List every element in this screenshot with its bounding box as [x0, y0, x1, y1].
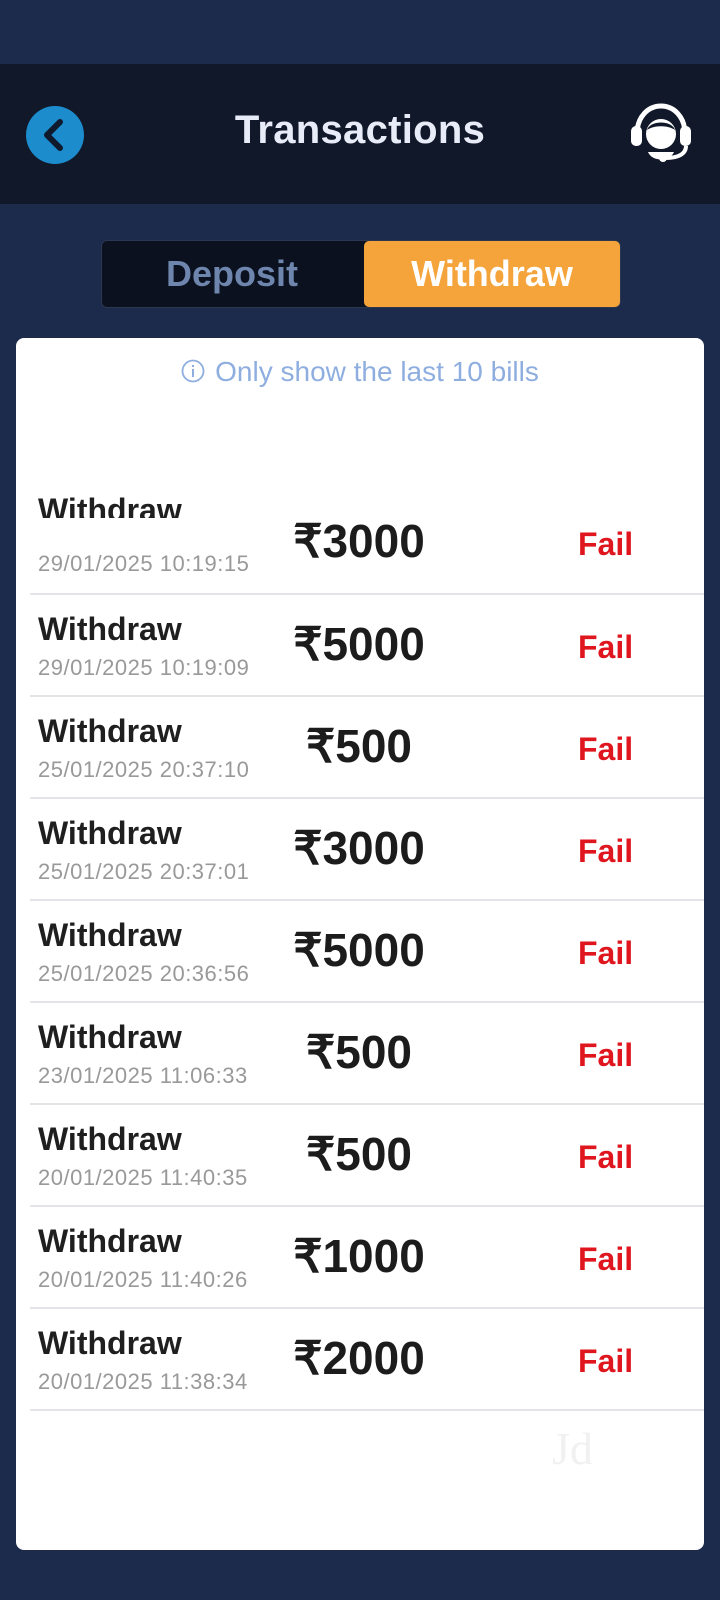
transaction-type: Withdraw: [38, 713, 182, 749]
transaction-date: 23/01/2025 11:06:33: [38, 1063, 248, 1088]
transaction-amount: ₹500: [305, 1026, 412, 1078]
transaction-type: Withdraw: [38, 1325, 182, 1361]
transaction-type: Withdraw: [38, 1121, 182, 1157]
transaction-date: 20/01/2025 11:40:35: [38, 1165, 248, 1190]
transaction-status: Fail: [578, 629, 634, 665]
transaction-status: Fail: [578, 1241, 634, 1277]
transaction-date: 29/01/2025 10:19:09: [38, 655, 250, 680]
transaction-type-toggle: Deposit Withdraw: [101, 240, 621, 308]
notice-text: Only show the last 10 bills: [215, 356, 539, 387]
transaction-status: Fail: [578, 1139, 634, 1175]
transaction-type: Withdraw: [38, 1019, 182, 1055]
transaction-row[interactable]: Withdraw 25/01/2025 20:37:01 ₹3000 Fail: [30, 799, 704, 901]
transaction-status: Fail: [578, 1037, 634, 1073]
transaction-date: 20/01/2025 11:38:34: [38, 1369, 248, 1394]
transaction-row[interactable]: Withdraw 23/01/2025 11:06:33 ₹500 Fail: [30, 1003, 704, 1105]
customer-support-button[interactable]: [628, 100, 694, 166]
transaction-type: Withdraw: [38, 917, 182, 953]
transaction-amount: ₹3000: [293, 822, 425, 874]
transaction-type: Withdraw: [38, 815, 182, 851]
transaction-date: 25/01/2025 20:36:56: [38, 961, 250, 986]
tab-deposit[interactable]: Deposit: [102, 241, 362, 307]
transactions-card: Only show the last 10 bills Withdraw 29/…: [16, 338, 704, 1550]
transaction-row[interactable]: Withdraw 25/01/2025 20:37:10 ₹500 Fail: [30, 697, 704, 799]
info-icon: [181, 359, 205, 383]
transaction-amount: ₹2000: [293, 1332, 425, 1384]
transaction-amount: ₹1000: [293, 1230, 425, 1282]
transaction-amount: ₹500: [305, 1128, 412, 1180]
transaction-row[interactable]: Withdraw 20/01/2025 11:38:34 ₹2000 Fail: [30, 1309, 704, 1411]
transaction-date: 25/01/2025 20:37:01: [38, 859, 250, 884]
transaction-row[interactable]: Withdraw 20/01/2025 11:40:35 ₹500 Fail: [30, 1105, 704, 1207]
transaction-row[interactable]: Withdraw 20/01/2025 11:40:26 ₹1000 Fail: [30, 1207, 704, 1309]
transaction-status: Fail: [578, 731, 634, 767]
transaction-type: Withdraw: [38, 1223, 182, 1259]
notice-banner: Only show the last 10 bills: [16, 356, 704, 388]
transaction-row[interactable]: Withdraw 29/01/2025 10:19:09 ₹5000 Fail: [30, 595, 704, 697]
transaction-date: 29/01/2025 10:19:15: [38, 551, 250, 576]
page-title: Transactions: [234, 108, 486, 152]
top-header: Transactions: [0, 64, 720, 204]
transaction-date: 20/01/2025 11:40:26: [38, 1267, 248, 1292]
transaction-row[interactable]: Withdraw 29/01/2025 10:19:15 ₹3000 Fail: [30, 492, 704, 595]
transaction-amount: ₹5000: [293, 618, 425, 670]
transaction-amount: ₹3000: [293, 515, 425, 567]
transaction-amount: ₹500: [305, 720, 412, 772]
transaction-status: Fail: [578, 833, 634, 869]
transaction-amount: ₹5000: [293, 924, 425, 976]
watermark-logo: Jd: [552, 1423, 593, 1474]
transaction-list: Withdraw 29/01/2025 10:19:15 ₹3000 Fail …: [30, 492, 704, 1411]
transaction-status: Fail: [578, 935, 634, 971]
transaction-type: Withdraw: [38, 611, 182, 647]
transaction-row[interactable]: Withdraw 25/01/2025 20:36:56 ₹5000 Fail: [30, 901, 704, 1003]
transaction-status: Fail: [578, 1343, 634, 1379]
tab-withdraw[interactable]: Withdraw: [364, 241, 620, 307]
transaction-status: Fail: [578, 526, 634, 562]
transaction-type: Withdraw: [38, 492, 182, 518]
headset-support-icon: [631, 103, 691, 162]
transaction-date: 25/01/2025 20:37:10: [38, 757, 250, 782]
